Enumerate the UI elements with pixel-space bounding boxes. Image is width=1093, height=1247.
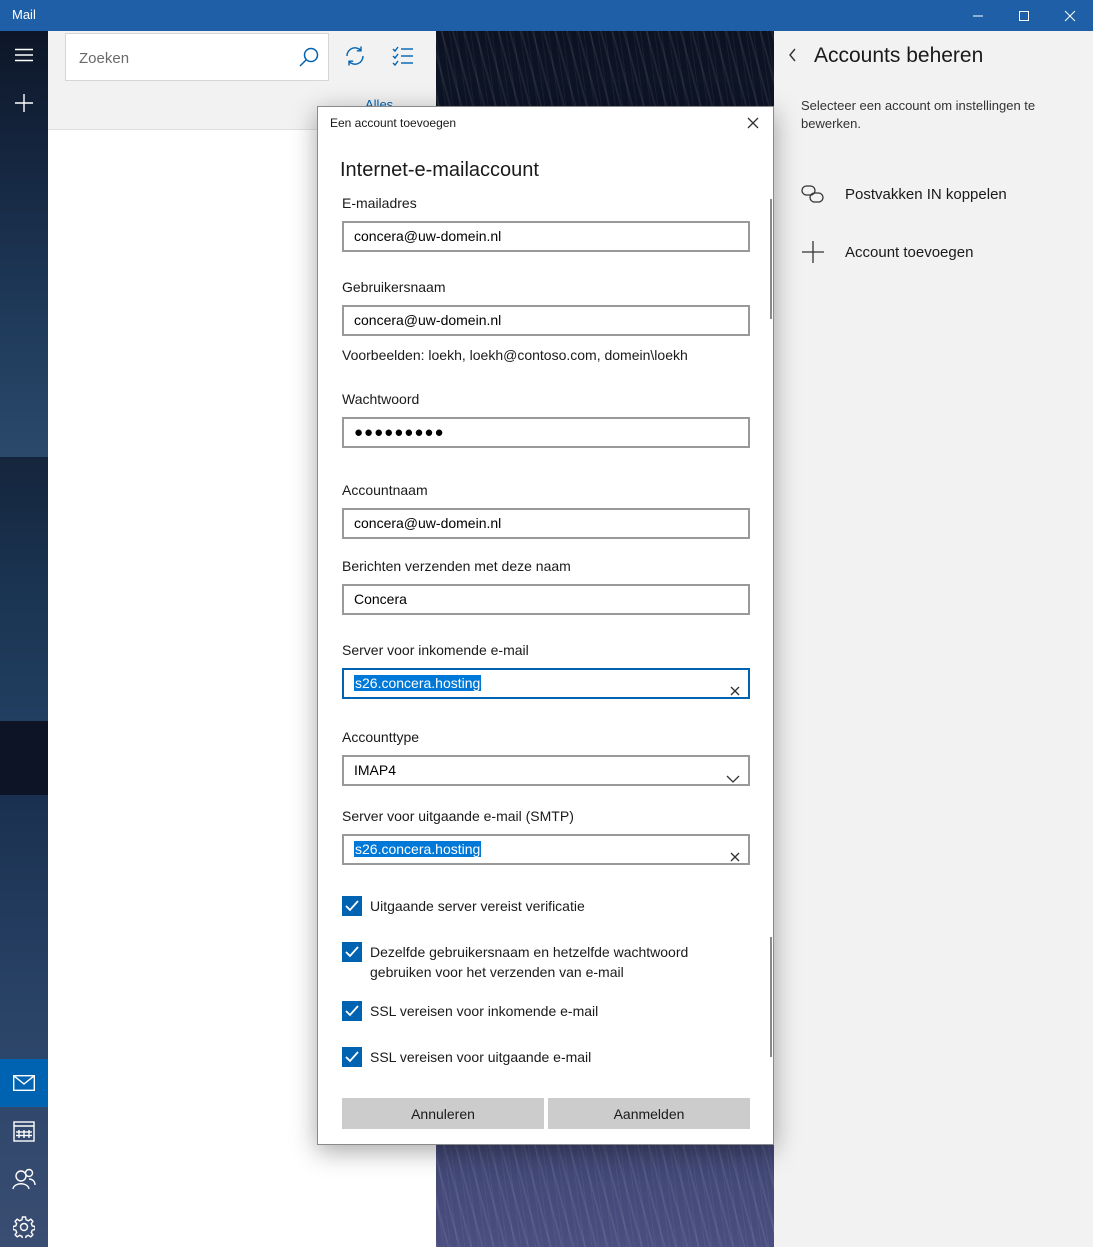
scrollbar-thumb-top[interactable] (770, 199, 772, 319)
calendar-nav-button[interactable] (0, 1107, 48, 1155)
password-field[interactable]: ●●●●●●●●● (342, 417, 750, 448)
account-type-value: IMAP4 (354, 762, 397, 778)
email-value: concera@uw-domein.nl (354, 228, 502, 244)
mail-icon (13, 1075, 35, 1091)
maximize-icon (1019, 10, 1029, 21)
menu-icon (15, 48, 33, 62)
minimize-button[interactable] (955, 0, 1001, 31)
same-credentials-checkbox[interactable] (342, 942, 362, 962)
username-hint: Voorbeelden: loekh, loekh@contoso.com, d… (342, 347, 688, 363)
link-icon (801, 185, 824, 203)
require-auth-checkbox[interactable] (342, 896, 362, 916)
dialog-caption: Een account toevoegen (330, 116, 457, 130)
add-account-dialog: Een account toevoegen Internet-e-mailacc… (317, 106, 774, 1145)
settings-pane: Accounts beheren Selecteer een account o… (774, 31, 1093, 1247)
sign-in-button[interactable]: Aanmelden (548, 1098, 750, 1129)
account-type-label: Accounttype (342, 729, 420, 745)
gear-icon (13, 1216, 35, 1238)
email-label: E-mailadres (342, 195, 417, 211)
sync-icon (346, 46, 364, 66)
minimize-icon (973, 15, 983, 16)
add-account-label: Account toevoegen (845, 243, 974, 261)
mail-nav-button[interactable] (0, 1059, 48, 1107)
ssl-outgoing-label[interactable]: SSL vereisen voor uitgaande e-mail (370, 1047, 740, 1067)
checklist-icon (392, 46, 413, 66)
chevron-left-icon (789, 48, 796, 62)
close-window-button[interactable] (1047, 0, 1093, 31)
outgoing-server-field[interactable]: s26.concera.hosting (342, 834, 750, 865)
search-icon[interactable] (299, 47, 319, 72)
incoming-server-label: Server voor inkomende e-mail (342, 642, 529, 658)
dialog-heading: Internet-e-mailaccount (340, 159, 539, 181)
back-button[interactable] (788, 47, 798, 68)
incoming-server-field[interactable]: s26.concera.hosting (342, 668, 750, 699)
password-value: ●●●●●●●●● (354, 424, 445, 441)
close-icon (747, 117, 759, 129)
close-icon (1064, 10, 1076, 21)
new-mail-button[interactable] (0, 79, 48, 127)
account-name-field[interactable]: concera@uw-domein.nl (342, 508, 750, 539)
chevron-down-icon (726, 766, 740, 793)
settings-title: Accounts beheren (814, 44, 984, 67)
same-credentials-label[interactable]: Dezelfde gebruikersnaam en hetzelfde wac… (370, 942, 740, 982)
plus-icon (15, 94, 33, 112)
username-label: Gebruikersnaam (342, 279, 446, 295)
plus-icon (802, 241, 824, 263)
sync-button[interactable] (337, 41, 373, 71)
link-inboxes-item[interactable]: Postvakken IN koppelen (801, 179, 1007, 209)
dialog-close-button[interactable] (747, 116, 759, 134)
people-icon (12, 1168, 36, 1190)
account-name-label: Accountnaam (342, 482, 428, 498)
scrollbar-thumb-bottom[interactable] (770, 937, 772, 1057)
account-name-value: concera@uw-domein.nl (354, 515, 502, 531)
link-inboxes-label: Postvakken IN koppelen (845, 185, 1007, 203)
password-label: Wachtwoord (342, 391, 420, 407)
search-box[interactable]: Zoeken (65, 33, 329, 81)
nav-rail (0, 31, 48, 1247)
cancel-button[interactable]: Annuleren (342, 1098, 544, 1129)
maximize-button[interactable] (1001, 0, 1047, 31)
outgoing-server-value: s26.concera.hosting (354, 841, 482, 857)
checkmark-icon (345, 900, 359, 912)
sender-name-value: Concera (354, 591, 407, 607)
select-mode-button[interactable] (385, 41, 421, 71)
menu-button[interactable] (0, 31, 48, 79)
app-title: Mail (12, 7, 36, 22)
email-field[interactable]: concera@uw-domein.nl (342, 221, 750, 252)
settings-nav-button[interactable] (0, 1203, 48, 1247)
outgoing-server-label: Server voor uitgaande e-mail (SMTP) (342, 808, 574, 824)
clear-incoming-button[interactable] (730, 678, 740, 705)
calendar-icon (13, 1121, 35, 1142)
ssl-incoming-checkbox[interactable] (342, 1001, 362, 1021)
settings-description: Selecteer een account om instellingen te… (801, 98, 1036, 131)
close-icon (730, 852, 740, 862)
ssl-outgoing-checkbox[interactable] (342, 1047, 362, 1067)
account-type-select[interactable]: IMAP4 (342, 755, 750, 786)
sender-name-field[interactable]: Concera (342, 584, 750, 615)
checkmark-icon (345, 946, 359, 958)
title-bar: Mail (0, 0, 1093, 31)
checkmark-icon (345, 1051, 359, 1063)
username-value: concera@uw-domein.nl (354, 312, 502, 328)
username-field[interactable]: concera@uw-domein.nl (342, 305, 750, 336)
clear-outgoing-button[interactable] (730, 844, 740, 871)
search-input[interactable]: Zoeken (79, 50, 129, 67)
incoming-server-value: s26.concera.hosting (354, 675, 482, 691)
checkmark-icon (345, 1005, 359, 1017)
add-account-item[interactable]: Account toevoegen (801, 237, 973, 267)
require-auth-label[interactable]: Uitgaande server vereist verificatie (370, 896, 740, 916)
ssl-incoming-label[interactable]: SSL vereisen voor inkomende e-mail (370, 1001, 740, 1021)
close-icon (730, 686, 740, 696)
sender-name-label: Berichten verzenden met deze naam (342, 558, 571, 574)
people-nav-button[interactable] (0, 1155, 48, 1203)
